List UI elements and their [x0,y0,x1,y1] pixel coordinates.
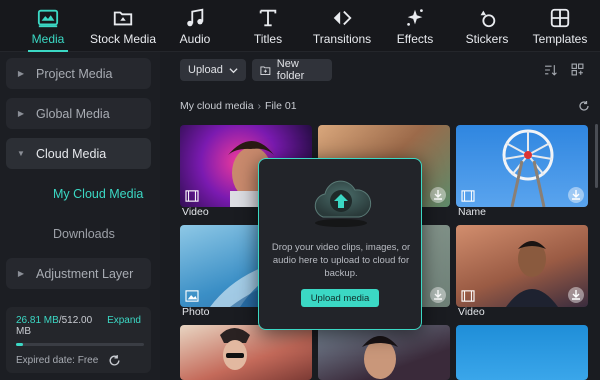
thumbnail-image [220,328,250,370]
tab-label: Effects [396,32,434,46]
media-card[interactable] [456,125,588,207]
tab-transitions[interactable]: Transitions [310,0,374,52]
media-card-label: Video [182,206,209,218]
tab-media[interactable]: Media [20,0,76,52]
sidebar-item-project-media[interactable]: ▶ Project Media [6,58,151,89]
breadcrumb-separator-icon: › [257,100,262,112]
tab-label: Templates [532,32,588,46]
download-icon[interactable] [430,187,446,203]
tab-label: Audio [179,32,211,46]
video-film-icon [461,290,475,302]
view-grid-icon[interactable] [571,63,584,76]
new-folder-label: New folder [276,58,305,82]
sparkle-icon [407,9,423,26]
sidebar-subitem-downloads[interactable]: Downloads [53,227,115,241]
sort-icon[interactable] [544,64,557,76]
download-icon[interactable] [430,287,446,303]
transition-arrows-icon [333,10,352,26]
tab-label: Stock Media [89,32,157,46]
download-icon[interactable] [568,287,584,303]
chevron-down-icon [229,67,238,73]
sidebar-item-cloud-media[interactable]: ▼ Cloud Media [6,138,151,169]
tab-audio[interactable]: Audio [170,0,220,52]
sidebar-item-label: Project Media [36,66,113,81]
caret-down-icon: ▼ [17,149,25,158]
sidebar-item-adjustment-layer[interactable]: ▶ Adjustment Layer [6,258,151,289]
storage-progress-fill [16,343,23,346]
caret-right-icon: ▶ [17,269,25,278]
media-card[interactable] [456,325,588,380]
media-card-label: Video [458,306,485,318]
cloud-upload-dropzone[interactable]: Drop your video clips, images, or audio … [258,158,422,330]
upload-dropdown[interactable]: Upload [180,59,246,81]
tab-label: Transitions [312,32,372,46]
scrollbar[interactable] [595,124,598,188]
templates-grid-icon [550,8,570,28]
media-card[interactable] [456,225,588,307]
tab-stickers[interactable]: Stickers [462,0,512,52]
top-toolbar: Media Stock Media Audio Titles Transitio… [0,0,600,52]
breadcrumb-item[interactable]: My cloud media [180,100,254,112]
tab-titles[interactable]: Titles [244,0,292,52]
expired-date-label: Expired date: Free [16,355,99,366]
media-card[interactable] [318,325,450,380]
media-card[interactable] [180,325,312,380]
media-card-label: Photo [182,306,210,318]
refresh-icon[interactable] [578,100,590,112]
tab-label: Media [31,32,65,46]
tab-stock-media[interactable]: Stock Media [88,0,158,52]
breadcrumb-item: File 01 [265,100,297,112]
sidebar-item-label: Cloud Media [36,146,107,161]
thumbnail-image [362,336,398,379]
text-t-icon [259,9,277,27]
sticker-icon [480,10,496,28]
stock-media-icon [113,11,133,26]
sidebar-item-label: Adjustment Layer [36,266,134,281]
tab-templates[interactable]: Templates [530,0,590,52]
sidebar-subitem-my-cloud-media[interactable]: My Cloud Media [53,187,143,201]
dropzone-message: Drop your video clips, images, or audio … [271,242,411,279]
video-film-icon [461,190,475,202]
cloud-storage-panel: 26.81 MB/512.00 MB Expand Expired date: … [6,307,151,373]
caret-right-icon: ▶ [17,69,25,78]
refresh-icon[interactable] [108,354,121,367]
sidebar-item-label: Global Media [36,106,110,121]
storage-used: 26.81 MB [16,315,59,326]
cloud-upload-icon [314,180,372,227]
music-note-icon [187,8,204,27]
breadcrumb: My cloud media › File 01 [180,100,297,112]
video-film-icon [185,190,199,202]
caret-right-icon: ▶ [17,109,25,118]
download-icon[interactable] [568,187,584,203]
media-card-label: Name [458,206,487,218]
upload-media-button[interactable]: Upload media [301,289,379,307]
expand-storage-link[interactable]: Expand [107,315,141,337]
new-folder-button[interactable]: New folder [252,58,332,82]
media-icon [37,9,59,28]
storage-progress-bar [16,343,144,346]
tab-label: Titles [253,32,283,46]
image-icon [185,290,199,302]
tab-effects[interactable]: Effects [390,0,440,52]
upload-label: Upload [188,64,223,76]
folder-plus-icon [260,65,271,75]
tab-label: Stickers [465,32,509,46]
sidebar-item-global-media[interactable]: ▶ Global Media [6,98,151,129]
sidebar: ▶ Project Media ▶ Global Media ▼ Cloud M… [0,52,160,380]
